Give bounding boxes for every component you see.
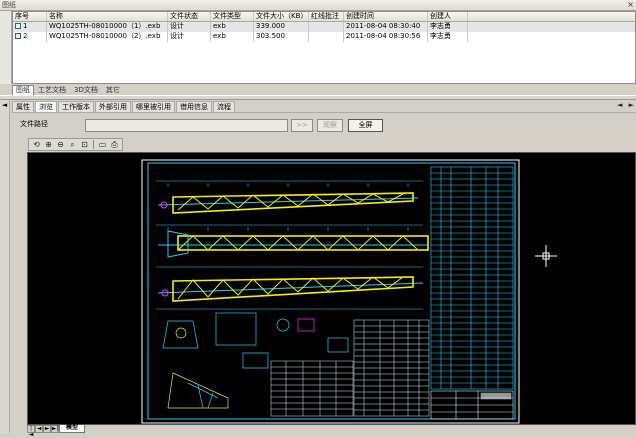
rotate-icon[interactable]: ⟲ bbox=[31, 139, 42, 150]
col-header-index[interactable]: 序号 bbox=[13, 12, 47, 21]
grid-row-gutter bbox=[0, 11, 12, 84]
tab-borrow-info[interactable]: 借用信息 bbox=[176, 101, 212, 112]
close-icon[interactable]: × bbox=[627, 0, 634, 10]
print-preview-icon[interactable]: ⎙ bbox=[109, 139, 120, 150]
first-sheet-button[interactable]: |◄ bbox=[27, 425, 35, 438]
title-block bbox=[430, 390, 514, 420]
cell-size: 339.000 bbox=[254, 22, 309, 32]
layout-tabs-bar: |◄ ◄ ► ►| 模型 bbox=[27, 425, 636, 438]
cell-redline bbox=[309, 32, 344, 42]
col-header-redline[interactable]: 红线批注 bbox=[309, 12, 344, 21]
tab-3d-docs[interactable]: 3D文档 bbox=[70, 85, 102, 95]
truss-section-1 bbox=[157, 192, 419, 214]
cell-status: 设计 bbox=[168, 32, 211, 42]
truss-section-3 bbox=[157, 276, 424, 302]
last-sheet-button[interactable]: ►| bbox=[51, 425, 59, 433]
col-header-status[interactable]: 文件状态 bbox=[168, 12, 211, 21]
tab-external-refs[interactable]: 外部引用 bbox=[95, 101, 131, 112]
window-title: 图纸 bbox=[2, 1, 16, 9]
cell-redline bbox=[309, 22, 344, 32]
tab-where-used[interactable]: 哪里被引用 bbox=[132, 101, 175, 112]
parts-list-table bbox=[430, 166, 514, 390]
tab-scroll-arrows[interactable]: ◄ ► bbox=[617, 101, 636, 109]
browse-button[interactable]: >> bbox=[291, 119, 313, 132]
cell-index-text: 2 bbox=[23, 32, 28, 40]
toolbar-divider bbox=[93, 140, 94, 149]
col-header-size[interactable]: 文件大小（KB） bbox=[254, 12, 309, 21]
tab-model[interactable]: 模型 bbox=[59, 425, 86, 433]
document-tabs: 图纸 工艺文档 3D文档 其它 bbox=[12, 85, 124, 95]
file-path-label: 文件路径 bbox=[20, 120, 48, 128]
zoom-window-icon[interactable]: ⌕ bbox=[67, 139, 78, 150]
tab-process-docs[interactable]: 工艺文档 bbox=[34, 85, 70, 95]
drawing-canvas[interactable] bbox=[27, 152, 636, 425]
bom-table-left bbox=[270, 319, 430, 417]
col-header-type[interactable]: 文件类型 bbox=[211, 12, 254, 21]
col-header-created[interactable]: 创建时间 bbox=[344, 12, 428, 21]
next-sheet-button[interactable]: ► bbox=[43, 425, 51, 433]
window-title-bar: 图纸 × bbox=[0, 0, 636, 11]
zoom-fit-icon[interactable]: ⊡ bbox=[79, 139, 90, 150]
cell-type: exb bbox=[211, 22, 254, 32]
view-button[interactable]: 观察 bbox=[317, 119, 343, 132]
fullscreen-button[interactable]: 全屏 bbox=[348, 119, 383, 132]
col-header-creator[interactable]: 创建人 bbox=[428, 12, 468, 21]
tab-other[interactable]: 其它 bbox=[102, 85, 124, 95]
file-table: 序号 名称 文件状态 文件类型 文件大小（KB） 红线批注 创建时间 创建人 1… bbox=[12, 11, 636, 84]
cell-creator: 李志勇 bbox=[428, 22, 468, 32]
crosshair-cursor bbox=[535, 245, 557, 267]
detail-tabs: 属性 浏览 工作版本 外部引用 哪里被引用 借用信息 流程 ◄ ► bbox=[12, 101, 636, 112]
prev-sheet-button[interactable]: ◄ bbox=[35, 425, 43, 433]
cell-created: 2011-08-04 08:30:40 bbox=[344, 22, 428, 32]
left-collapsed-pane[interactable]: ◄ bbox=[0, 100, 10, 433]
cell-creator: 李志勇 bbox=[428, 32, 468, 42]
file-icon bbox=[15, 33, 21, 39]
cell-index: 1 bbox=[13, 22, 47, 32]
cell-type: exb bbox=[211, 32, 254, 42]
file-icon bbox=[15, 23, 21, 29]
tab-drawings[interactable]: 图纸 bbox=[12, 85, 34, 95]
cell-size: 303.500 bbox=[254, 32, 309, 42]
splitter[interactable] bbox=[0, 95, 636, 100]
tab-properties[interactable]: 属性 bbox=[12, 101, 34, 112]
cell-index: 2 bbox=[13, 32, 47, 42]
table-row[interactable]: 2 WQ1025TH-08010000（2）.exb 设计 exb 303.50… bbox=[13, 32, 635, 42]
cad-drawing bbox=[141, 159, 557, 424]
truss-section-2 bbox=[158, 230, 429, 258]
cell-name: WQ1025TH-08010000（1）.exb bbox=[47, 22, 168, 32]
cell-name: WQ1025TH-08010000（2）.exb bbox=[47, 32, 168, 42]
tab-work-version[interactable]: 工作版本 bbox=[58, 101, 94, 112]
col-header-name[interactable]: 名称 bbox=[47, 12, 168, 21]
zoom-in-icon[interactable]: ⊕ bbox=[43, 139, 54, 150]
viewer-toolbar: ⟲ ⊕ ⊖ ⌕ ⊡ ▭ ⎙ bbox=[28, 138, 123, 151]
cell-status: 设计 bbox=[168, 22, 211, 32]
tab-browse[interactable]: 浏览 bbox=[35, 101, 57, 112]
file-path-input[interactable] bbox=[85, 119, 288, 132]
tab-workflow[interactable]: 流程 bbox=[213, 101, 235, 112]
zoom-out-icon[interactable]: ⊖ bbox=[55, 139, 66, 150]
cell-created: 2011-08-04 08:30:56 bbox=[344, 32, 428, 42]
pane-arrow-icon[interactable]: ◄ bbox=[0, 101, 9, 109]
layer-icon[interactable]: ▭ bbox=[97, 139, 108, 150]
table-row[interactable]: 1 WQ1025TH-08010000（1）.exb 设计 exb 339.00… bbox=[13, 22, 635, 32]
cell-index-text: 1 bbox=[23, 22, 28, 30]
table-header: 序号 名称 文件状态 文件类型 文件大小（KB） 红线批注 创建时间 创建人 bbox=[13, 12, 635, 22]
